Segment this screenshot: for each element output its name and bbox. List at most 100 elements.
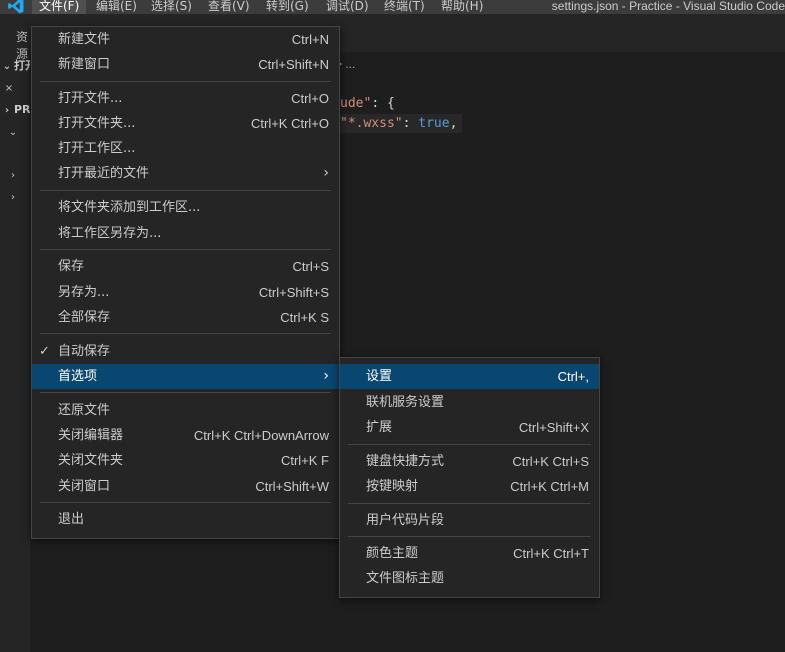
preferences-menu-item-shortcut: Ctrl+K Ctrl+T [513, 546, 589, 561]
file-menu-item-shortcut: Ctrl+K Ctrl+O [250, 116, 329, 131]
open-editor-row[interactable]: × [0, 77, 30, 97]
file-menu-item-label: 全部保存 [58, 310, 111, 325]
file-menu-item[interactable]: ✓ 自动保存 [32, 339, 339, 364]
chevron-down-icon: ⌄ [8, 127, 18, 138]
preferences-menu-item[interactable]: 联机服务设置 [340, 390, 599, 415]
preferences-menu-item-label: 扩展 [366, 420, 393, 435]
file-menu-item-shortcut: Ctrl+Shift+N [258, 57, 329, 72]
file-menu-item[interactable]: 关闭文件夹 Ctrl+K F [32, 448, 339, 473]
code-token: , [449, 116, 458, 131]
menu-separator [40, 190, 331, 191]
file-menu-item-shortcut: Ctrl+K F [280, 453, 329, 468]
file-menu-item-label: 首选项 [58, 369, 98, 384]
close-icon[interactable]: × [2, 79, 16, 97]
menu-edit[interactable]: 编辑(E) [89, 0, 144, 14]
file-menu-item-shortcut: Ctrl+N [291, 32, 329, 47]
file-menu-item-label: 另存为... [58, 285, 110, 300]
chevron-right-icon: › [4, 105, 10, 116]
file-menu-item[interactable]: 保存 Ctrl+S [32, 254, 339, 279]
preferences-menu-item[interactable]: 用户代码片段 [340, 508, 599, 533]
file-menu-item-label: 新建窗口 [58, 57, 111, 72]
file-menu-item-shortcut: Ctrl+S [292, 259, 329, 274]
file-menu-item-shortcut: Ctrl+O [291, 91, 329, 106]
file-menu-item[interactable]: 新建窗口 Ctrl+Shift+N [32, 52, 339, 77]
section-label: 打开 [14, 59, 30, 72]
preferences-menu-item-label: 键盘快捷方式 [366, 454, 445, 469]
tree-row[interactable]: › [0, 186, 30, 206]
menu-separator [40, 392, 331, 393]
file-menu-item[interactable]: 关闭窗口 Ctrl+Shift+W [32, 474, 339, 499]
file-menu-item[interactable]: 另存为... Ctrl+Shift+S [32, 280, 339, 305]
preferences-menu-item[interactable]: 设置 Ctrl+, [340, 364, 599, 389]
preferences-menu-item[interactable]: 键盘快捷方式 Ctrl+K Ctrl+S [340, 449, 599, 474]
chevron-right-icon: › [11, 192, 15, 203]
file-menu-item-label: 新建文件 [58, 32, 111, 47]
file-menu-item-label: 退出 [58, 512, 85, 527]
file-menu-item-label: 打开文件夹... [58, 116, 136, 131]
file-menu-item[interactable]: 首选项 › [32, 364, 339, 389]
menu-help[interactable]: 帮助(H) [434, 0, 490, 14]
file-menu: 新建文件 Ctrl+N 新建窗口 Ctrl+Shift+N 打开文件... Ctrl+O 打… [31, 26, 340, 539]
menu-separator [40, 81, 331, 82]
file-menu-item[interactable]: 打开文件... Ctrl+O [32, 86, 339, 111]
preferences-menu-item[interactable]: 扩展 Ctrl+Shift+X [340, 415, 599, 440]
file-menu-item-label: 打开最近的文件 [58, 166, 150, 181]
chevron-right-icon: › [323, 165, 329, 181]
menu-selection[interactable]: 选择(S) [144, 0, 199, 14]
preferences-menu-item-shortcut: Ctrl+K Ctrl+S [512, 454, 589, 469]
code-token: : [402, 116, 419, 131]
file-menu-item[interactable]: 新建文件 Ctrl+N [32, 27, 339, 52]
menu-separator [40, 333, 331, 334]
tree-row[interactable]: ⌄ [0, 121, 30, 141]
file-menu-item[interactable]: 打开工作区... [32, 136, 339, 161]
file-menu-item-label: 将工作区另存为... [58, 226, 162, 241]
code-token: : { [371, 96, 395, 111]
file-menu-item-label: 打开文件... [58, 91, 123, 106]
section-open-editors[interactable]: ⌄打开 [0, 56, 30, 76]
menu-separator [40, 502, 331, 503]
title-bar: 文件(F) 编辑(E) 选择(S) 查看(V) 转到(G) 调试(D) 终端(T… [0, 0, 785, 14]
check-icon: ✓ [39, 344, 50, 359]
preferences-menu-item[interactable]: 颜色主题 Ctrl+K Ctrl+T [340, 541, 599, 566]
code-line[interactable]: ude": { [340, 94, 395, 113]
file-menu-item-shortcut: Ctrl+Shift+W [255, 479, 329, 494]
menu-go[interactable]: 转到(G) [259, 0, 316, 14]
file-menu-item[interactable]: 打开最近的文件 › [32, 161, 339, 186]
file-menu-item-label: 自动保存 [58, 344, 111, 359]
file-menu-item-label: 打开工作区... [58, 141, 136, 156]
menu-terminal[interactable]: 终端(T) [377, 0, 432, 14]
file-menu-item[interactable]: 全部保存 Ctrl+K S [32, 305, 339, 330]
code-line[interactable]: "*.wxss": true, [340, 114, 462, 133]
section-label: PR [14, 103, 30, 116]
menu-separator [40, 249, 331, 250]
preferences-menu-item-label: 颜色主题 [366, 546, 419, 561]
chevron-right-icon: › [323, 368, 329, 384]
preferences-menu-item-shortcut: Ctrl+, [557, 369, 589, 384]
menu-separator [348, 503, 591, 504]
preferences-submenu: 设置 Ctrl+, 联机服务设置扩展 Ctrl+Shift+X 键盘快捷方式 Ctrl+K… [339, 357, 600, 598]
section-project[interactable]: › PR [0, 100, 30, 120]
menu-file[interactable]: 文件(F) [32, 0, 87, 14]
chevron-down-icon: ⌄ [2, 61, 12, 72]
file-menu-item-shortcut: Ctrl+K Ctrl+DownArrow [193, 428, 329, 443]
preferences-menu-item-label: 用户代码片段 [366, 513, 445, 528]
code-token: true [418, 116, 450, 131]
preferences-menu-item-label: 联机服务设置 [366, 395, 445, 410]
file-menu-item-label: 关闭文件夹 [58, 453, 124, 468]
preferences-menu-item-label: 按键映射 [366, 479, 419, 494]
file-menu-item[interactable]: 退出 [32, 507, 339, 532]
file-menu-item[interactable]: 关闭编辑器 Ctrl+K Ctrl+DownArrow [32, 423, 339, 448]
preferences-menu-item[interactable]: 文件图标主题 [340, 566, 599, 591]
preferences-menu-item[interactable]: 按键映射 Ctrl+K Ctrl+M [340, 474, 599, 499]
menu-debug[interactable]: 调试(D) [319, 0, 376, 14]
tree-row[interactable]: › [0, 164, 30, 184]
file-menu-item[interactable]: 将文件夹添加到工作区... [32, 195, 339, 220]
menu-view[interactable]: 查看(V) [201, 0, 257, 14]
file-menu-item[interactable]: 打开文件夹... Ctrl+K Ctrl+O [32, 111, 339, 136]
preferences-menu-item-label: 文件图标主题 [366, 571, 445, 586]
file-menu-item-label: 还原文件 [58, 403, 111, 418]
file-menu-item[interactable]: 还原文件 [32, 398, 339, 423]
window-title: settings.json - Practice - Visual Studio… [551, 0, 785, 13]
code-token: "*.wxss" [340, 116, 403, 131]
file-menu-item[interactable]: 将工作区另存为... [32, 221, 339, 246]
